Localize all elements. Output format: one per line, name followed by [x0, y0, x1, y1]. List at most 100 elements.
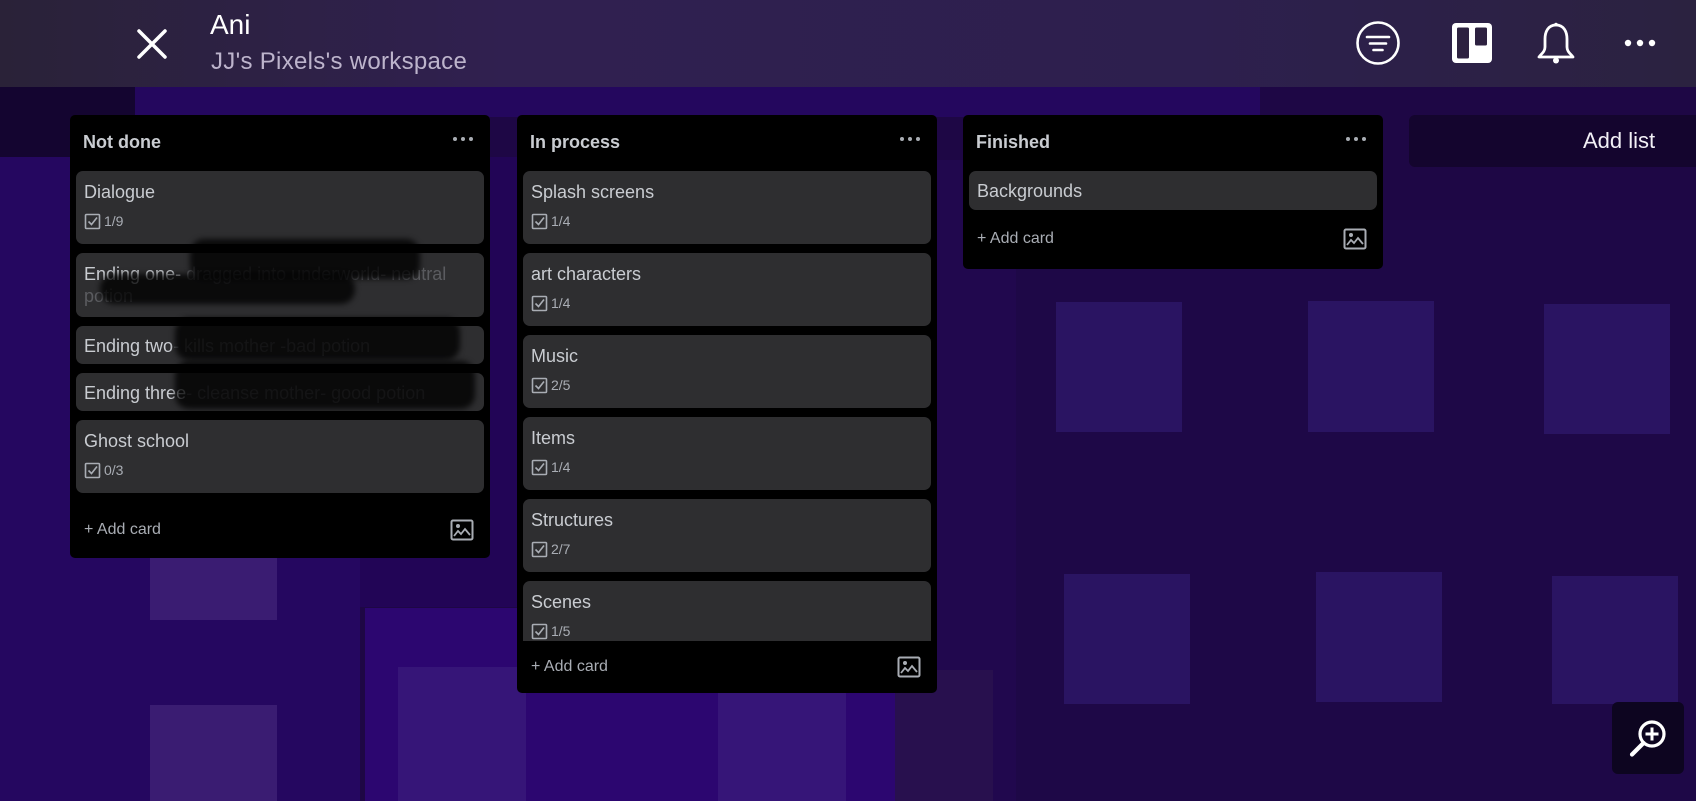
card-ending-three[interactable]: Ending three- cleanse mother- good potio…: [76, 373, 484, 411]
card-title-visible: Ending one-: [84, 264, 182, 284]
add-card-image-button[interactable]: [450, 519, 474, 541]
checklist-icon: [531, 295, 548, 311]
checklist-badge: 0/3: [84, 461, 476, 479]
filter-button[interactable]: [1355, 20, 1401, 66]
list-footer: + Add card: [963, 210, 1383, 269]
checklist-badge: 1/9: [84, 212, 476, 230]
board-title: Ani: [210, 9, 251, 40]
card-title: Ending two- kills mother -bad potion: [84, 335, 476, 357]
card-title: Ending one- dragged into underworld- neu…: [84, 263, 476, 307]
card-ending-one[interactable]: Ending one- dragged into underworld- neu…: [76, 253, 484, 317]
more-icon: [1624, 39, 1656, 47]
add-card-button[interactable]: + Add card: [84, 521, 161, 539]
checklist-badge: 2/5: [531, 376, 923, 394]
bell-icon: [1537, 22, 1575, 64]
card-title: Items: [531, 428, 576, 448]
card-list: Backgrounds: [963, 171, 1383, 210]
card-title: Splash screens: [531, 182, 655, 202]
card-title: Ending three- cleanse mother- good potio…: [84, 382, 476, 404]
list-not-done: Not done Dialogue 1/9 Ending one- dragge…: [70, 115, 490, 558]
add-card-button[interactable]: + Add card: [531, 658, 608, 676]
checklist-count: 2/7: [551, 541, 571, 557]
list-header: In process: [517, 115, 937, 171]
list-menu-button[interactable]: [450, 131, 476, 147]
card-title: Ghost school: [84, 431, 190, 451]
card-music[interactable]: Music 2/5: [523, 335, 931, 408]
add-list-label: Add list: [1583, 128, 1656, 153]
list-header: Not done: [70, 115, 490, 171]
card-title: Backgrounds: [977, 181, 1083, 201]
checklist-badge: 1/4: [531, 212, 923, 230]
card-list[interactable]: Splash screens 1/4 art characters 1/4 Mu…: [517, 171, 937, 641]
card-backgrounds[interactable]: Backgrounds: [969, 171, 1377, 210]
checklist-icon: [531, 213, 548, 229]
list-footer: + Add card: [70, 502, 490, 558]
checklist-count: 0/3: [104, 462, 124, 478]
card-title-redacted: - cleanse mother- good potion: [186, 383, 426, 403]
image-icon: [897, 656, 921, 678]
add-card-image-button[interactable]: [897, 656, 921, 678]
zoom-in-icon: [1629, 720, 1666, 757]
checklist-count: 1/4: [551, 213, 571, 229]
list-menu-button[interactable]: [1343, 131, 1369, 147]
more-icon: [1346, 137, 1366, 141]
board-view-button[interactable]: [1449, 20, 1495, 66]
notifications-button[interactable]: [1533, 20, 1579, 66]
card-dialogue[interactable]: Dialogue 1/9: [76, 171, 484, 244]
more-options-button[interactable]: [1617, 20, 1663, 66]
checklist-icon: [531, 377, 548, 393]
board-view-icon: [1452, 23, 1492, 63]
card-title-visible: Ending two: [84, 336, 174, 356]
card-title: Structures: [531, 510, 614, 530]
checklist-count: 1/4: [551, 295, 571, 311]
image-icon: [450, 519, 474, 541]
list-header: Finished: [963, 115, 1383, 171]
list-menu-button[interactable]: [897, 131, 923, 147]
more-icon: [900, 137, 920, 141]
checklist-count: 1/9: [104, 213, 124, 229]
checklist-icon: [531, 459, 548, 475]
more-icon: [453, 137, 473, 141]
list-title[interactable]: In process: [530, 132, 620, 153]
card-ghost-school[interactable]: Ghost school 0/3: [76, 420, 484, 493]
close-icon: [137, 29, 167, 59]
checklist-icon: [531, 623, 548, 639]
add-card-button[interactable]: + Add card: [977, 230, 1054, 248]
card-art-characters[interactable]: art characters 1/4: [523, 253, 931, 326]
checklist-badge: 1/5: [531, 622, 923, 640]
list-footer: + Add card: [517, 641, 937, 693]
list-finished: Finished Backgrounds + Add card: [963, 115, 1383, 269]
add-card-image-button[interactable]: [1343, 228, 1367, 250]
card-title-redacted: - kills mother -bad potion: [173, 336, 371, 356]
checklist-count: 1/4: [551, 459, 571, 475]
card-title: Music: [531, 346, 579, 366]
list-title[interactable]: Finished: [976, 132, 1050, 153]
card-list: Dialogue 1/9 Ending one- dragged into un…: [70, 171, 490, 502]
card-title-visible: Ending three: [84, 383, 187, 403]
list-in-process: In process Splash screens 1/4 art charac…: [517, 115, 937, 693]
checklist-badge: 1/4: [531, 458, 923, 476]
list-title[interactable]: Not done: [83, 132, 161, 153]
card-items[interactable]: Items 1/4: [523, 417, 931, 490]
card-splash-screens[interactable]: Splash screens 1/4: [523, 171, 931, 244]
checklist-icon: [531, 541, 548, 557]
close-button[interactable]: [132, 24, 172, 64]
card-title: Scenes: [531, 592, 592, 612]
card-title: Dialogue: [84, 182, 156, 202]
checklist-icon: [84, 462, 101, 478]
checklist-badge: 2/7: [531, 540, 923, 558]
image-icon: [1343, 228, 1367, 250]
add-list-button[interactable]: Add list: [1409, 115, 1696, 167]
checklist-count: 2/5: [551, 377, 571, 393]
checklist-count: 1/5: [551, 623, 571, 639]
card-title: art characters: [531, 264, 642, 284]
filter-icon: [1356, 21, 1400, 65]
workspace-name: JJ's Pixels's workspace: [211, 48, 468, 75]
card-scenes[interactable]: Scenes 1/5: [523, 581, 931, 641]
zoom-button[interactable]: [1612, 702, 1684, 774]
card-ending-two[interactable]: Ending two- kills mother -bad potion: [76, 326, 484, 364]
checklist-badge: 1/4: [531, 294, 923, 312]
board-header: Ani JJ's Pixels's workspace: [0, 0, 1696, 87]
card-structures[interactable]: Structures 2/7: [523, 499, 931, 572]
checklist-icon: [84, 213, 101, 229]
